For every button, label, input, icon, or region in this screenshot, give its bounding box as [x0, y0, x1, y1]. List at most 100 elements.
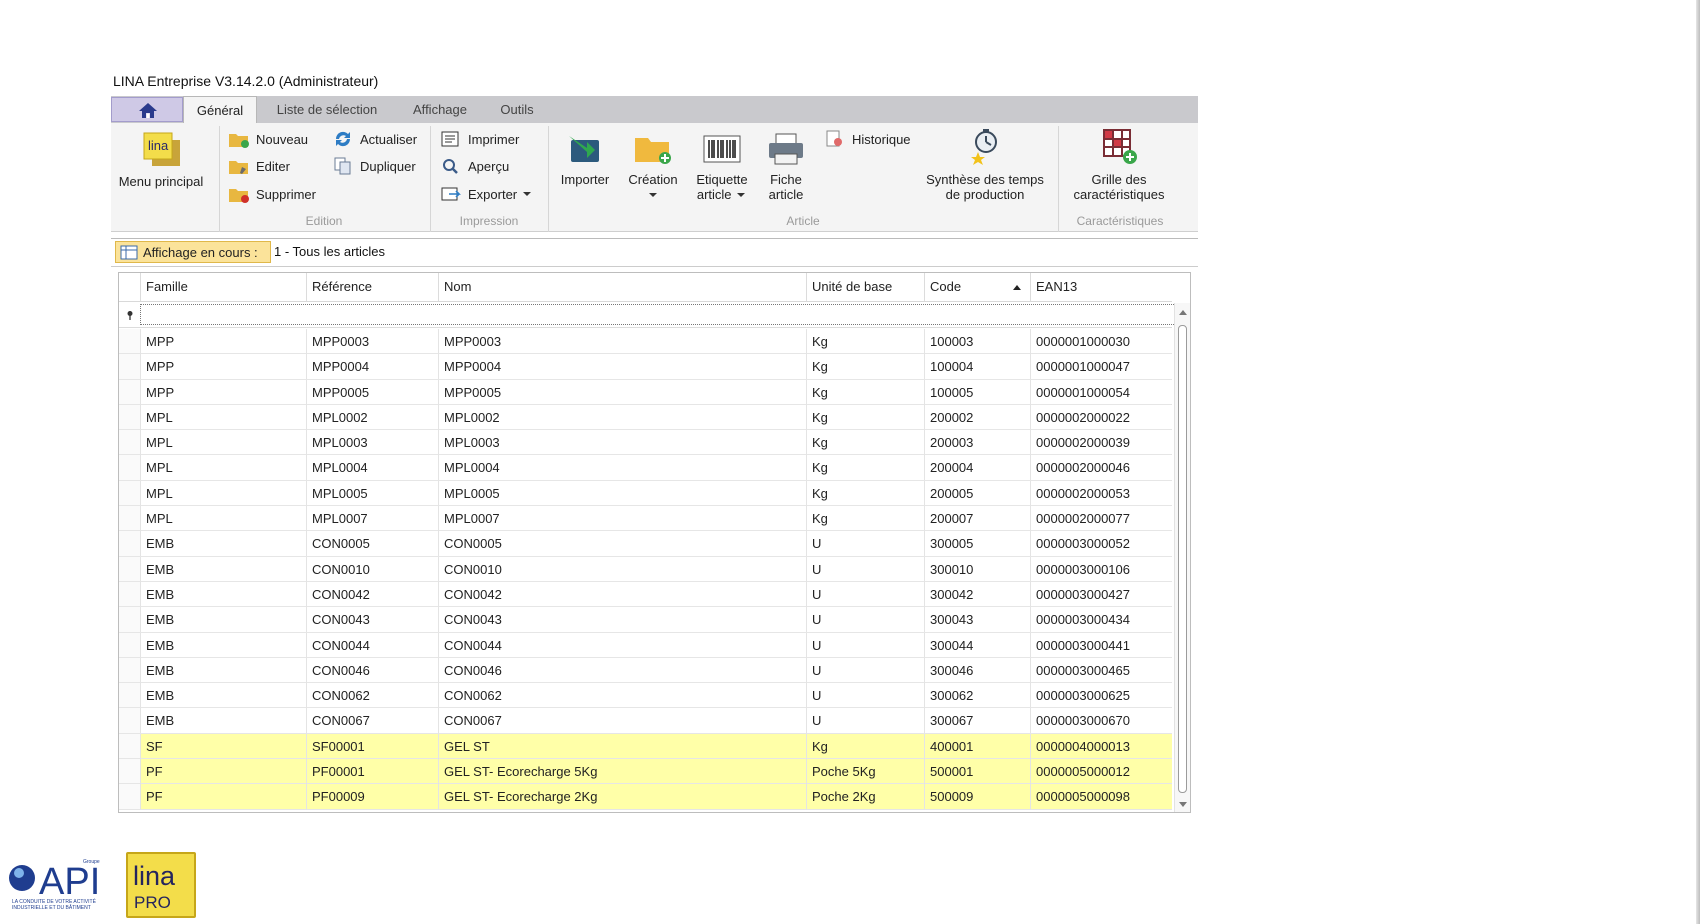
- history-icon: [826, 130, 842, 147]
- fiche-article-button[interactable]: Fiche article: [760, 132, 812, 202]
- row-selector[interactable]: [119, 329, 141, 354]
- row-selector[interactable]: [119, 480, 141, 506]
- cell-famille: SF: [140, 733, 306, 759]
- row-selector[interactable]: [119, 657, 141, 683]
- cell-famille: PF: [140, 784, 306, 810]
- cell-ean13: 0000003000106: [1030, 556, 1172, 582]
- row-selector[interactable]: [119, 759, 141, 784]
- cell-famille: EMB: [140, 632, 306, 658]
- editer-button[interactable]: Editer: [228, 155, 290, 177]
- table-row[interactable]: PF PF00001 GEL ST- Ecorecharge 5Kg Poche 5K…: [119, 759, 1172, 785]
- cell-unite: U: [806, 607, 924, 633]
- cell-ean13: 0000002000077: [1030, 506, 1172, 532]
- table-row[interactable]: MPP MPP0004 MPP0004 Kg 100004 0000001000047: [119, 354, 1172, 380]
- cell-unite: U: [806, 556, 924, 582]
- scroll-down-icon[interactable]: [1178, 801, 1188, 808]
- actualiser-button[interactable]: Actualiser: [332, 128, 417, 150]
- home-tab[interactable]: [111, 97, 183, 122]
- row-selector[interactable]: [119, 379, 141, 404]
- cell-unite: U: [806, 531, 924, 557]
- cell-unite: Poche 2Kg: [806, 784, 924, 810]
- row-selector[interactable]: [119, 430, 141, 455]
- row-selector[interactable]: [119, 581, 141, 607]
- table-row[interactable]: EMB CON0046 CON0046 U 300046 0000003000465: [119, 657, 1172, 684]
- creation-button[interactable]: Création: [620, 132, 686, 202]
- row-selector[interactable]: [119, 455, 141, 480]
- cell-unite: Kg: [806, 430, 924, 456]
- cell-reference: MPL0005: [306, 480, 438, 506]
- column-header-nom[interactable]: Nom: [438, 273, 806, 301]
- row-selector[interactable]: [119, 632, 141, 657]
- grid-rows: MPP MPP0003 MPP0003 Kg 100003 0000001000030 MP…: [119, 329, 1172, 810]
- synthese-temps-production-button[interactable]: Synthèse des temps de production: [920, 128, 1050, 202]
- column-header-ean13[interactable]: EAN13: [1030, 273, 1172, 301]
- scrollbar-thumb[interactable]: [1178, 325, 1187, 793]
- table-row[interactable]: EMB CON0005 CON0005 U 300005 0000003000052: [119, 531, 1172, 557]
- table-row[interactable]: EMB CON0043 CON0043 U 300043 0000003000434: [119, 607, 1172, 633]
- cell-code: 200003: [924, 430, 1030, 456]
- scroll-up-icon[interactable]: [1178, 309, 1188, 316]
- column-header-code[interactable]: Code: [924, 273, 1030, 301]
- current-view-value[interactable]: 1 - Tous les articles: [274, 244, 385, 259]
- tab-affichage[interactable]: Affichage: [402, 96, 478, 124]
- row-selector[interactable]: [119, 354, 141, 379]
- preview-icon: [443, 159, 458, 174]
- tab-liste-de-selection[interactable]: Liste de sélection: [262, 96, 392, 124]
- tab-outils[interactable]: Outils: [490, 96, 544, 124]
- row-selector[interactable]: [119, 784, 141, 809]
- table-row[interactable]: MPL MPL0002 MPL0002 Kg 200002 0000002000022: [119, 404, 1172, 431]
- table-row[interactable]: PF PF00009 GEL ST- Ecorecharge 2Kg Poche 2K…: [119, 784, 1172, 810]
- tab-general[interactable]: Général: [183, 96, 257, 124]
- column-header-reference[interactable]: Référence: [306, 273, 438, 301]
- exporter-button[interactable]: Exporter: [440, 183, 539, 205]
- svg-text:PRO: PRO: [134, 893, 171, 912]
- nouveau-button[interactable]: Nouveau: [228, 128, 308, 150]
- edit-folder-icon: [229, 161, 248, 174]
- row-selector[interactable]: [119, 708, 141, 733]
- row-selector[interactable]: [119, 683, 141, 708]
- table-row[interactable]: MPP MPP0003 MPP0003 Kg 100003 0000001000030: [119, 329, 1172, 355]
- column-header-famille[interactable]: Famille: [140, 273, 306, 301]
- row-selector[interactable]: [119, 733, 141, 759]
- etiquette-article-button[interactable]: Etiquette article: [690, 132, 754, 202]
- vertical-scrollbar[interactable]: [1174, 303, 1190, 812]
- cell-nom: GEL ST- Ecorecharge 2Kg: [438, 784, 806, 810]
- svg-text:lina: lina: [133, 861, 176, 891]
- row-selector[interactable]: [119, 607, 141, 632]
- cell-reference: CON0005: [306, 531, 438, 557]
- table-row[interactable]: MPL MPL0005 MPL0005 Kg 200005 0000002000053: [119, 480, 1172, 507]
- table-row[interactable]: SF SF00001 GEL ST Kg 400001 0000004000013: [119, 733, 1172, 760]
- cell-code: 300044: [924, 632, 1030, 658]
- table-row[interactable]: MPL MPL0003 MPL0003 Kg 200003 0000002000039: [119, 430, 1172, 456]
- table-row[interactable]: EMB CON0044 CON0044 U 300044 0000003000441: [119, 632, 1172, 658]
- table-row[interactable]: EMB CON0062 CON0062 U 300062 0000003000625: [119, 683, 1172, 709]
- table-row[interactable]: EMB CON0010 CON0010 U 300010 0000003000106: [119, 556, 1172, 582]
- table-row[interactable]: EMB CON0042 CON0042 U 300042 0000003000427: [119, 581, 1172, 608]
- cell-nom: CON0044: [438, 632, 806, 658]
- cell-ean13: 0000003000625: [1030, 683, 1172, 709]
- row-selector[interactable]: [119, 531, 141, 556]
- grille-caracteristiques-button[interactable]: Grille des caractéristiques: [1062, 128, 1176, 202]
- cell-unite: Kg: [806, 506, 924, 532]
- grid-filter-row[interactable]: [119, 302, 1186, 328]
- apercu-button[interactable]: Aperçu: [440, 155, 509, 177]
- dupliquer-button[interactable]: Dupliquer: [332, 155, 416, 177]
- row-selector[interactable]: [119, 556, 141, 581]
- table-row[interactable]: EMB CON0067 CON0067 U 300067 0000003000670: [119, 708, 1172, 734]
- cell-famille: MPP: [140, 354, 306, 380]
- refresh-icon: [335, 131, 351, 147]
- menu-principal-button[interactable]: lina Menu principal: [115, 130, 207, 189]
- filter-input[interactable]: [140, 304, 1186, 325]
- row-selector[interactable]: [119, 506, 141, 531]
- importer-button[interactable]: Importer: [556, 132, 614, 187]
- cell-code: 300062: [924, 683, 1030, 709]
- row-selector[interactable]: [119, 404, 141, 430]
- supprimer-button[interactable]: Supprimer: [228, 183, 316, 205]
- table-row[interactable]: MPL MPL0004 MPL0004 Kg 200004 0000002000046: [119, 455, 1172, 481]
- table-row[interactable]: MPP MPP0005 MPP0005 Kg 100005 0000001000054: [119, 379, 1172, 405]
- column-header-unite[interactable]: Unité de base: [806, 273, 924, 301]
- cell-reference: CON0042: [306, 581, 438, 607]
- historique-button[interactable]: Historique: [824, 128, 911, 150]
- table-row[interactable]: MPL MPL0007 MPL0007 Kg 200007 0000002000077: [119, 506, 1172, 532]
- imprimer-button[interactable]: Imprimer: [440, 128, 519, 150]
